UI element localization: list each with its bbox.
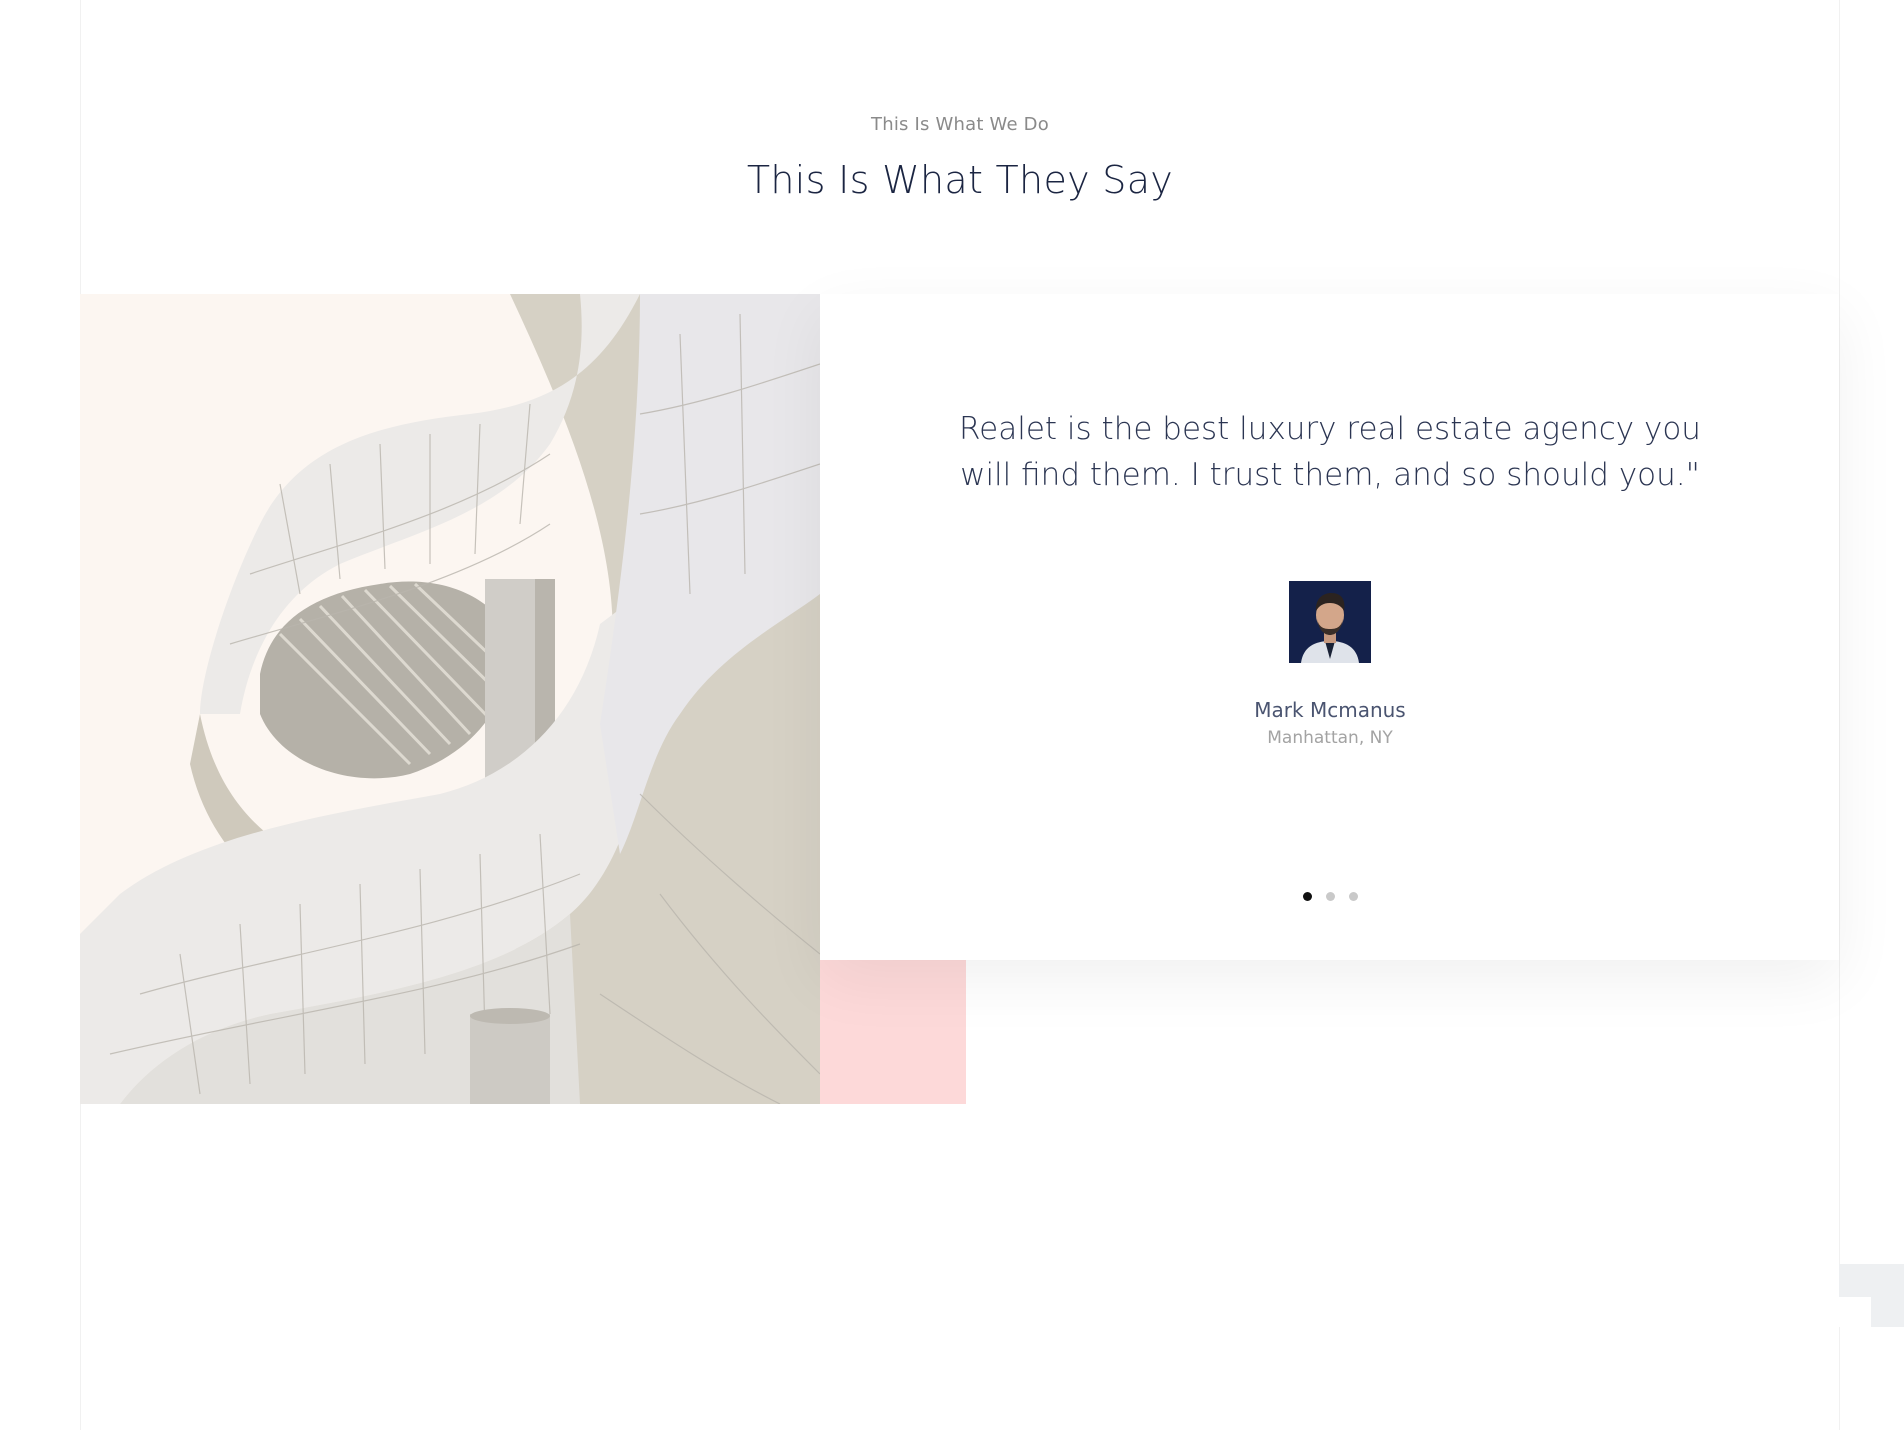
carousel-dot-1[interactable] [1302, 891, 1312, 901]
carousel-dot-2[interactable] [1325, 891, 1335, 901]
right-guide-line [1839, 0, 1840, 1430]
author-location: Manhattan, NY [1267, 728, 1393, 748]
testimonials-page: This Is What We Do This Is What They Say [0, 0, 1904, 1430]
carousel-dot-3[interactable] [1348, 891, 1358, 901]
scroll-top-widget[interactable] [1839, 1264, 1904, 1327]
person-avatar-icon [1289, 581, 1371, 663]
section-eyebrow: This Is What We Do [871, 114, 1049, 135]
carousel-pagination [1300, 890, 1360, 902]
accent-block [820, 960, 966, 1104]
architecture-photo [80, 294, 820, 1104]
author-name: Mark Mcmanus [1254, 698, 1406, 722]
testimonial-quote: Realet is the best luxury real estate ag… [959, 411, 1701, 493]
section-title: This Is What They Say [746, 158, 1174, 202]
testimonial-card: Realet is the best luxury real estate ag… [820, 294, 1839, 960]
